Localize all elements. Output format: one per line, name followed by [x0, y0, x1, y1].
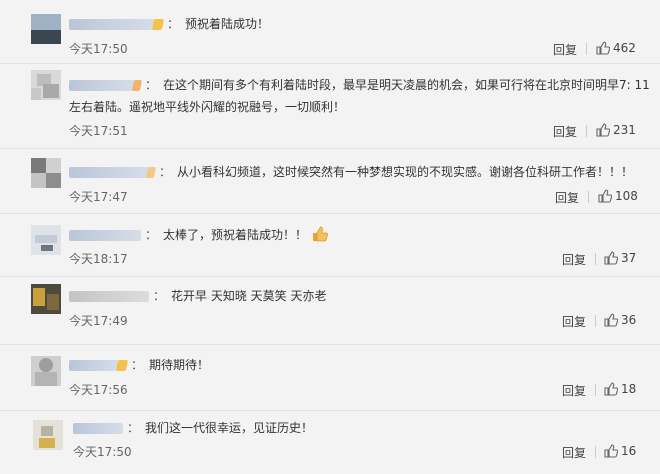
divider	[588, 191, 589, 203]
comment-item: ：从小看科幻频道，这时候突然有一种梦想实现的不现实感。谢谢各位科研工作者！！！ …	[0, 148, 660, 214]
username[interactable]	[69, 291, 149, 302]
like-count: 37	[621, 251, 637, 265]
comment-item: ：花开早 天知晓 天莫笑 天亦老 今天17:49 回复 36	[0, 276, 660, 345]
comment-time: 今天17:51	[69, 124, 128, 138]
comment-item: ：预祝着陆成功！ 今天17:50 回复 462	[0, 0, 660, 64]
username[interactable]	[69, 80, 135, 91]
comment-time: 今天17:50	[69, 42, 128, 56]
verified-badge-icon	[151, 19, 165, 30]
comment-text: 期待期待！	[149, 358, 210, 372]
thumbs-up-icon	[596, 41, 611, 55]
divider	[586, 125, 587, 137]
like-button[interactable]: 37	[604, 251, 636, 265]
reply-button[interactable]: 回复	[555, 189, 579, 206]
comment-text: 在这个期间有多个有利着陆时段，最早是明天凌晨的机会，如果可行将在北京时间明早7:…	[163, 78, 650, 92]
username[interactable]	[69, 360, 119, 371]
avatar[interactable]	[31, 225, 61, 255]
username[interactable]	[69, 19, 155, 30]
comment-text: 太棒了，预祝着陆成功！！	[163, 228, 308, 242]
reply-button[interactable]: 回复	[562, 313, 586, 330]
comment-item: ：在这个期间有多个有利着陆时段，最早是明天凌晨的机会，如果可行将在北京时间明早7…	[0, 63, 660, 149]
username[interactable]	[69, 230, 141, 241]
like-count: 16	[621, 444, 637, 458]
thumbs-up-icon	[596, 123, 611, 137]
divider	[595, 315, 596, 327]
comment-text: 从小看科幻频道，这时候突然有一种梦想实现的不现实感。谢谢各位科研工作者！！！	[177, 165, 634, 179]
username[interactable]	[69, 167, 149, 178]
comment-item: ：我们这一代很幸运，见证历史！ 今天17:50 回复 16	[0, 410, 660, 474]
comment-time: 今天17:49	[69, 314, 128, 328]
comment-item: ：期待期待！ 今天17:56 回复 18	[0, 344, 660, 411]
like-button[interactable]: 36	[604, 313, 636, 327]
comment-item: ：太棒了，预祝着陆成功！！ 今天18:17 回复 37	[0, 213, 660, 277]
avatar[interactable]	[31, 158, 61, 188]
reply-button[interactable]: 回复	[562, 251, 586, 268]
like-count: 36	[621, 313, 637, 327]
comment-text: 花开早 天知晓 天莫笑 天亦老	[171, 289, 327, 303]
reply-button[interactable]: 回复	[562, 382, 586, 399]
username[interactable]	[73, 423, 123, 434]
like-button[interactable]: 108	[598, 189, 638, 203]
like-count: 462	[613, 41, 636, 55]
like-button[interactable]: 462	[596, 41, 636, 55]
comment-list: ：预祝着陆成功！ 今天17:50 回复 462 ：在这个期间有多个有利着陆时段，…	[0, 0, 660, 474]
thumbs-up-icon	[604, 444, 619, 458]
divider	[595, 253, 596, 265]
comment-time: 今天17:47	[69, 190, 128, 204]
thumbs-up-emoji-icon	[313, 226, 329, 242]
avatar[interactable]	[31, 70, 61, 100]
comment-text: 我们这一代很幸运，见证历史！	[145, 421, 314, 435]
comment-text: 预祝着陆成功！	[185, 17, 270, 31]
reply-button[interactable]: 回复	[553, 123, 577, 140]
avatar[interactable]	[31, 284, 61, 314]
divider	[586, 43, 587, 55]
like-button[interactable]: 231	[596, 123, 636, 137]
like-button[interactable]: 16	[604, 444, 636, 458]
avatar[interactable]	[31, 14, 61, 44]
verified-badge-icon	[115, 360, 129, 371]
reply-button[interactable]: 回复	[562, 444, 586, 461]
thumbs-up-icon	[598, 189, 613, 203]
like-button[interactable]: 18	[604, 382, 636, 396]
comment-time: 今天18:17	[69, 252, 128, 266]
divider	[595, 446, 596, 458]
verified-badge-icon	[145, 167, 157, 178]
thumbs-up-icon	[604, 251, 619, 265]
divider	[595, 384, 596, 396]
like-count: 108	[615, 189, 638, 203]
like-count: 231	[613, 123, 636, 137]
comment-time: 今天17:56	[69, 383, 128, 397]
thumbs-up-icon	[604, 313, 619, 327]
avatar[interactable]	[33, 420, 63, 450]
verified-badge-icon	[131, 80, 143, 91]
avatar[interactable]	[31, 356, 61, 386]
comment-time: 今天17:50	[73, 445, 132, 459]
thumbs-up-icon	[604, 382, 619, 396]
like-count: 18	[621, 382, 637, 396]
comment-text-continued: 左右着陆。遥祝地平线外闪耀的祝融号，一切顺利！	[69, 100, 346, 114]
reply-button[interactable]: 回复	[553, 41, 577, 58]
